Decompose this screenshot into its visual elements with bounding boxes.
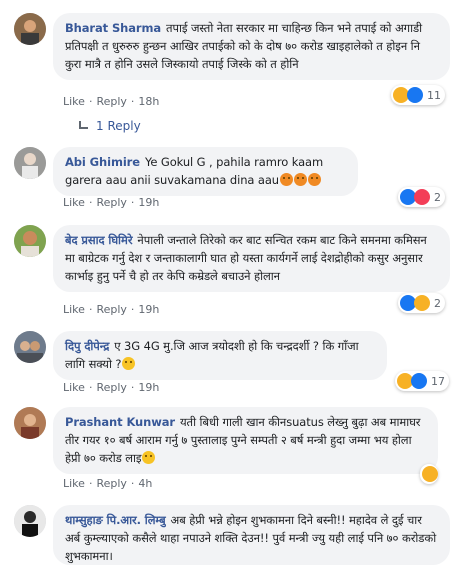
sad-icon [414, 295, 430, 311]
avatar[interactable] [14, 407, 46, 439]
avatar[interactable] [14, 331, 46, 363]
avatar[interactable] [14, 147, 46, 179]
comment-text: ए 3G 4G मु.जि आज त्रयोदशी हो कि चन्द्रदर… [65, 339, 359, 371]
like-link[interactable]: Like [63, 95, 85, 108]
grin-emoji-icon [142, 451, 156, 464]
reply-link[interactable]: Reply [96, 381, 126, 394]
like-link[interactable]: Like [63, 303, 85, 316]
like-link[interactable]: Like [63, 196, 85, 209]
comment-actions: Like · Reply · 19h [63, 381, 160, 394]
like-link[interactable]: Like [63, 381, 85, 394]
comment-bubble: बेद प्रसाद घिमिरे नेपाली जन्ताले तिरेको क… [53, 225, 450, 292]
view-replies-link[interactable]: 1 Reply [78, 119, 141, 133]
comment-author[interactable]: बेद प्रसाद घिमिरे [65, 233, 133, 247]
comment-author[interactable]: Prashant Kunwar [65, 415, 175, 429]
reaction-summary[interactable]: 17 [395, 371, 449, 391]
comment-bubble: Bharat Sharma तपाई जस्तो नेता सरकार मा चा… [53, 13, 450, 80]
reaction-summary[interactable] [420, 464, 438, 484]
comment-actions: Like · Reply · 18h [63, 95, 160, 108]
reply-link[interactable]: Reply [96, 196, 126, 209]
timestamp[interactable]: 19h [138, 303, 159, 316]
reaction-count: 2 [434, 296, 441, 310]
reaction-summary[interactable]: 2 [398, 293, 445, 313]
angry-emoji-icon [280, 173, 293, 186]
comment-bubble: थाम्सुहाङ पि.आर. लिम्बु अब हेप्री भन्ने ह… [53, 505, 450, 565]
reaction-summary[interactable]: 11 [391, 85, 445, 105]
like-icon [407, 87, 423, 103]
comment-actions: Like · Reply · 19h [63, 303, 160, 316]
avatar[interactable] [14, 505, 46, 537]
comment-bubble: Abi Ghimire Ye Gokul G , pahila ramro kaa… [53, 147, 358, 196]
comment-bubble: Prashant Kunwar यती बिधी गाली खान कीनsuat… [53, 407, 438, 474]
reaction-count: 11 [427, 88, 441, 102]
reply-count-label[interactable]: 1 Reply [96, 119, 141, 133]
avatar[interactable] [14, 13, 46, 45]
comment-actions: Like · Reply · 19h [63, 196, 160, 209]
avatar[interactable] [14, 225, 46, 257]
angry-emoji-icon [294, 173, 307, 186]
comment-author[interactable]: Abi Ghimire [65, 155, 140, 169]
angry-emoji-icon [308, 173, 321, 186]
timestamp[interactable]: 19h [138, 196, 159, 209]
reply-link[interactable]: Reply [96, 95, 126, 108]
reaction-count: 17 [431, 374, 445, 388]
timestamp[interactable]: 18h [138, 95, 159, 108]
like-link[interactable]: Like [63, 477, 85, 490]
comment-author[interactable]: थाम्सुहाङ पि.आर. लिम्बु [65, 513, 166, 527]
thinking-emoji-icon [122, 357, 136, 370]
timestamp[interactable]: 19h [138, 381, 159, 394]
comment-actions: Like · Reply · 4h [63, 477, 153, 490]
reply-link[interactable]: Reply [96, 303, 126, 316]
love-icon [414, 189, 430, 205]
reaction-summary[interactable]: 2 [398, 187, 445, 207]
like-icon [411, 373, 427, 389]
reaction-count: 2 [434, 190, 441, 204]
reply-link[interactable]: Reply [96, 477, 126, 490]
comment-bubble: दिपु दीपेन्द्र ए 3G 4G मु.जि आज त्रयोदशी … [53, 331, 387, 380]
comment-author[interactable]: दिपु दीपेन्द्र [65, 339, 109, 353]
comment-author[interactable]: Bharat Sharma [65, 21, 161, 35]
haha-icon [422, 466, 438, 482]
timestamp[interactable]: 4h [138, 477, 152, 490]
reply-arrow-icon [78, 121, 90, 131]
